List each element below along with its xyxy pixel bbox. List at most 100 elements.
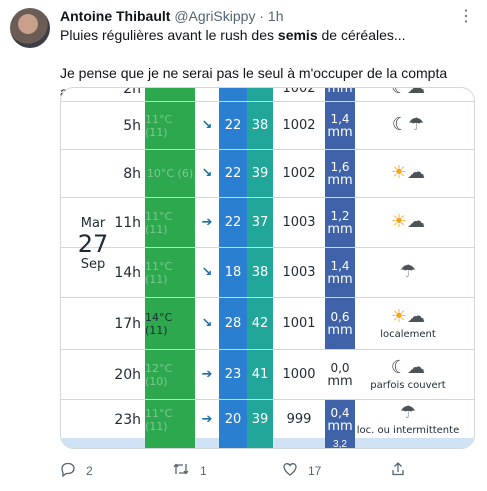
- temp-cell: 11°C (11): [145, 102, 195, 149]
- share-icon: [390, 461, 406, 481]
- wind-direction-icon: ➔: [195, 400, 219, 439]
- rain-unit: mm: [327, 221, 353, 237]
- weather-cell: ☾☁: [355, 87, 461, 101]
- wind-cell: 22: [219, 198, 247, 247]
- wind-cell: 23: [219, 350, 247, 399]
- forecast-row: 8h 10°C (6) ↘ 22 39 1002 1,6 mm ☀☁: [61, 150, 474, 198]
- author-handle[interactable]: @AgriSkippy: [174, 8, 255, 24]
- pressure-cell: 1002: [282, 166, 316, 181]
- pressure-cell: 1000: [282, 367, 316, 382]
- temp-cell: [145, 88, 195, 101]
- share-button[interactable]: [390, 461, 406, 481]
- rain-cell: 1,4 mm: [325, 102, 355, 149]
- date-month: Sep: [80, 257, 106, 272]
- cloud-rain-icon: ☂: [399, 260, 417, 282]
- next-gust-cell: [247, 438, 273, 448]
- forecast-row: 20h 12°C (10) ➔ 23 41 1000 0,0 mm ☾☁ parfois couv…: [61, 350, 474, 400]
- hour-cell: 23h: [114, 411, 141, 428]
- rain-value: 1,2: [330, 208, 350, 223]
- wind-direction-icon: ↘: [195, 102, 219, 149]
- tweet-time[interactable]: 1h: [268, 8, 284, 24]
- heart-icon: [282, 461, 298, 481]
- hour-cell: 2h: [123, 87, 141, 97]
- weather-cell: ☀☁: [355, 150, 461, 197]
- hour-cell: 17h: [114, 315, 141, 332]
- forecast-image[interactable]: 23h 11°C (11) ➔ 20 39 999 0,4 mm ☂ loc. ou interm…: [60, 87, 475, 449]
- night-rain-icon: ☾☂: [391, 113, 425, 135]
- date-day: 27: [77, 230, 109, 258]
- reply-button[interactable]: 2: [60, 461, 93, 481]
- pressure-cell: 1001: [282, 316, 316, 331]
- wind-cell: 28: [219, 298, 247, 349]
- night-cloud-icon: ☾☁: [390, 87, 426, 98]
- rain-unit: mm: [327, 271, 353, 287]
- wind-cell: 22: [219, 150, 247, 197]
- rain-cell: 0,6 mm: [325, 298, 355, 349]
- rain-cell: 1,4 mm: [325, 248, 355, 297]
- rain-unit: mm: [327, 373, 353, 389]
- rain-value: 1,4: [330, 258, 350, 273]
- next-rain-cell: 3,2: [325, 438, 355, 448]
- reply-count: 2: [86, 464, 93, 478]
- text-line1-pre: Pluies régulières avant le rush des: [60, 27, 278, 43]
- gust-cell: [247, 88, 273, 101]
- rain-cell: 0,4 mm: [325, 400, 355, 439]
- gust-cell: 37: [247, 198, 273, 247]
- wind-direction-icon: [195, 88, 219, 101]
- gust-cell: 39: [247, 400, 273, 439]
- pressure-cell: 1002: [282, 87, 316, 96]
- rain-value: 1,4: [330, 111, 350, 126]
- rain-value: 0,4: [330, 405, 350, 420]
- rain-value: 0,6: [330, 309, 350, 324]
- wind-cell: 22: [219, 102, 247, 149]
- pressure-cell: 999: [286, 412, 312, 427]
- like-button[interactable]: 17: [282, 461, 321, 481]
- more-icon[interactable]: ⋮: [458, 6, 475, 26]
- wind-direction-icon: ➔: [195, 350, 219, 399]
- gust-cell: 38: [247, 102, 273, 149]
- weather-cell: ☾☁ parfois couvert: [355, 350, 461, 399]
- forecast-row: 17h 14°C (11) ↘ 28 42 1001 0,6 mm ☀☁ localement: [61, 298, 474, 350]
- weather-cell: ☾☂: [355, 102, 461, 149]
- rain-value: 1,6: [330, 159, 350, 174]
- next-wind-cell: [219, 438, 247, 448]
- sun-cloud-rain-icon: ☀☁: [390, 161, 426, 183]
- reply-icon: [60, 461, 76, 481]
- wind-cell: 18: [219, 248, 247, 297]
- text-line1-post: de céréales...: [317, 27, 406, 43]
- like-count: 17: [308, 464, 322, 478]
- next-day-band: 3,2: [61, 438, 474, 448]
- rain-unit: mm: [327, 87, 353, 96]
- hour-cell: 20h: [114, 366, 141, 383]
- gust-cell: 38: [247, 248, 273, 297]
- temp-cell: 11°C (11): [145, 248, 195, 297]
- rain-cell: mm: [325, 87, 355, 101]
- tweet-actions: 2 1 17: [60, 461, 460, 481]
- hour-cell: 14h: [114, 264, 141, 281]
- wind-direction-icon: ↘: [195, 298, 219, 349]
- condition-label: parfois couvert: [370, 380, 446, 391]
- rain-unit: mm: [327, 124, 353, 140]
- sun-cloud-rain-icon: ☀☁: [390, 210, 426, 232]
- wind-direction-icon: ↘: [195, 150, 219, 197]
- forecast-row: 11h 11°C (11) ➔ 22 37 1003 1,2 mm ☀☁: [61, 198, 474, 248]
- condition-label: loc. ou intermittente: [356, 425, 460, 436]
- pressure-cell: 1003: [282, 215, 316, 230]
- rain-unit: mm: [327, 418, 353, 434]
- cloud-rain-icon: ☂: [399, 402, 417, 423]
- wind-direction-icon: ↘: [195, 248, 219, 297]
- retweet-button[interactable]: 1: [172, 461, 207, 481]
- next-temp-cell: [145, 438, 195, 448]
- wind-cell: 20: [219, 400, 247, 439]
- temp-cell: 11°C (11): [145, 198, 195, 247]
- forecast-row: 14h 11°C (11) ↘ 18 38 1003 1,4 mm ☂: [61, 248, 474, 298]
- temp-cell: 12°C (10): [145, 350, 195, 399]
- rain-unit: mm: [327, 172, 353, 188]
- author-name[interactable]: Antoine Thibault: [60, 8, 170, 24]
- rain-unit: mm: [327, 322, 353, 338]
- forecast-date: Mar 27 Sep: [77, 216, 109, 272]
- hour-cell: 11h: [114, 214, 141, 231]
- avatar[interactable]: [10, 8, 50, 48]
- temp-cell: 14°C (11): [145, 298, 195, 349]
- gust-cell: 41: [247, 350, 273, 399]
